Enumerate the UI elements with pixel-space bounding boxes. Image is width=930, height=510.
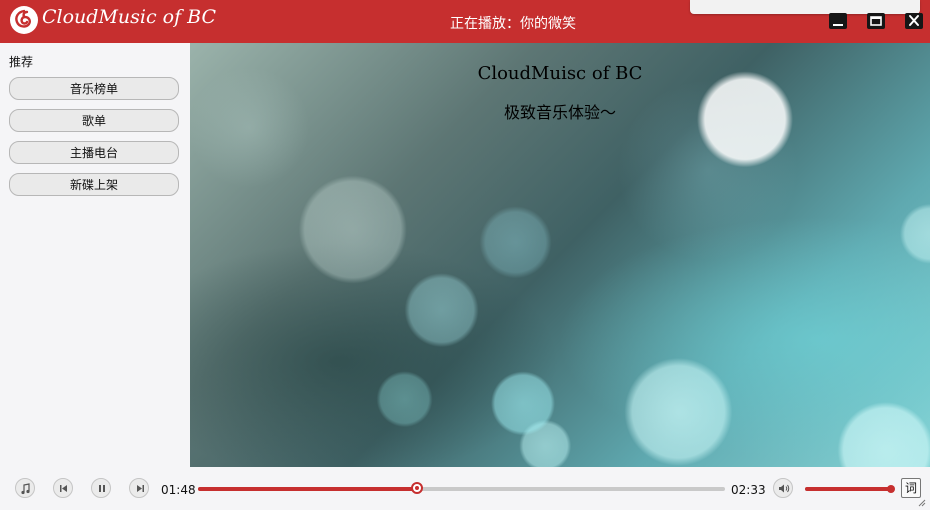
previous-icon [60, 485, 67, 492]
next-icon [137, 485, 144, 492]
close-icon [909, 15, 919, 26]
volume-handle[interactable] [887, 485, 895, 493]
pause-button[interactable] [91, 478, 111, 498]
previous-button[interactable] [53, 478, 73, 498]
pause-icon [99, 485, 105, 492]
sidebar-section-title: 推荐 [9, 55, 34, 69]
main-content: CloudMuisc of BC 极致音乐体验～ [190, 43, 930, 467]
welcome-title: CloudMuisc of BC [477, 63, 643, 84]
maximize-icon [870, 16, 882, 26]
sidebar-item-new-albums[interactable]: 新碟上架 [9, 173, 179, 196]
sidebar-item-radio[interactable]: 主播电台 [9, 141, 179, 164]
volume-slider[interactable] [805, 485, 895, 493]
player-bar: 01:48 02:33 词 [0, 467, 930, 510]
music-note-icon [21, 483, 30, 495]
volume-fill [805, 487, 891, 491]
progress-slider[interactable] [198, 482, 725, 494]
current-time: 01:48 [161, 483, 196, 497]
notification-popup [690, 0, 920, 14]
progress-handle[interactable] [410, 482, 423, 494]
volume-button[interactable] [773, 478, 793, 498]
lyrics-button[interactable]: 词 [901, 478, 921, 498]
minimize-icon [833, 24, 843, 26]
next-button[interactable] [129, 478, 149, 498]
app-title: CloudMusic of BC [42, 6, 217, 28]
resize-grip-icon[interactable] [916, 497, 926, 507]
sidebar-item-playlists[interactable]: 歌单 [9, 109, 179, 132]
netease-music-logo-icon [10, 6, 38, 34]
total-time: 02:33 [731, 483, 766, 497]
sidebar: 推荐 音乐榜单 歌单 主播电台 新碟上架 [0, 43, 190, 467]
title-bar: CloudMusic of BC 正在播放：你的微笑 [0, 0, 930, 43]
minimize-button[interactable] [829, 13, 847, 29]
welcome-subtitle: 极致音乐体验～ [503, 103, 616, 122]
progress-fill [198, 487, 417, 491]
now-playing-text: 正在播放：你的微笑 [450, 16, 576, 32]
music-button[interactable] [15, 478, 35, 498]
maximize-button[interactable] [867, 13, 885, 29]
sidebar-item-charts[interactable]: 音乐榜单 [9, 77, 179, 100]
close-button[interactable] [905, 13, 923, 29]
volume-icon [779, 484, 790, 493]
